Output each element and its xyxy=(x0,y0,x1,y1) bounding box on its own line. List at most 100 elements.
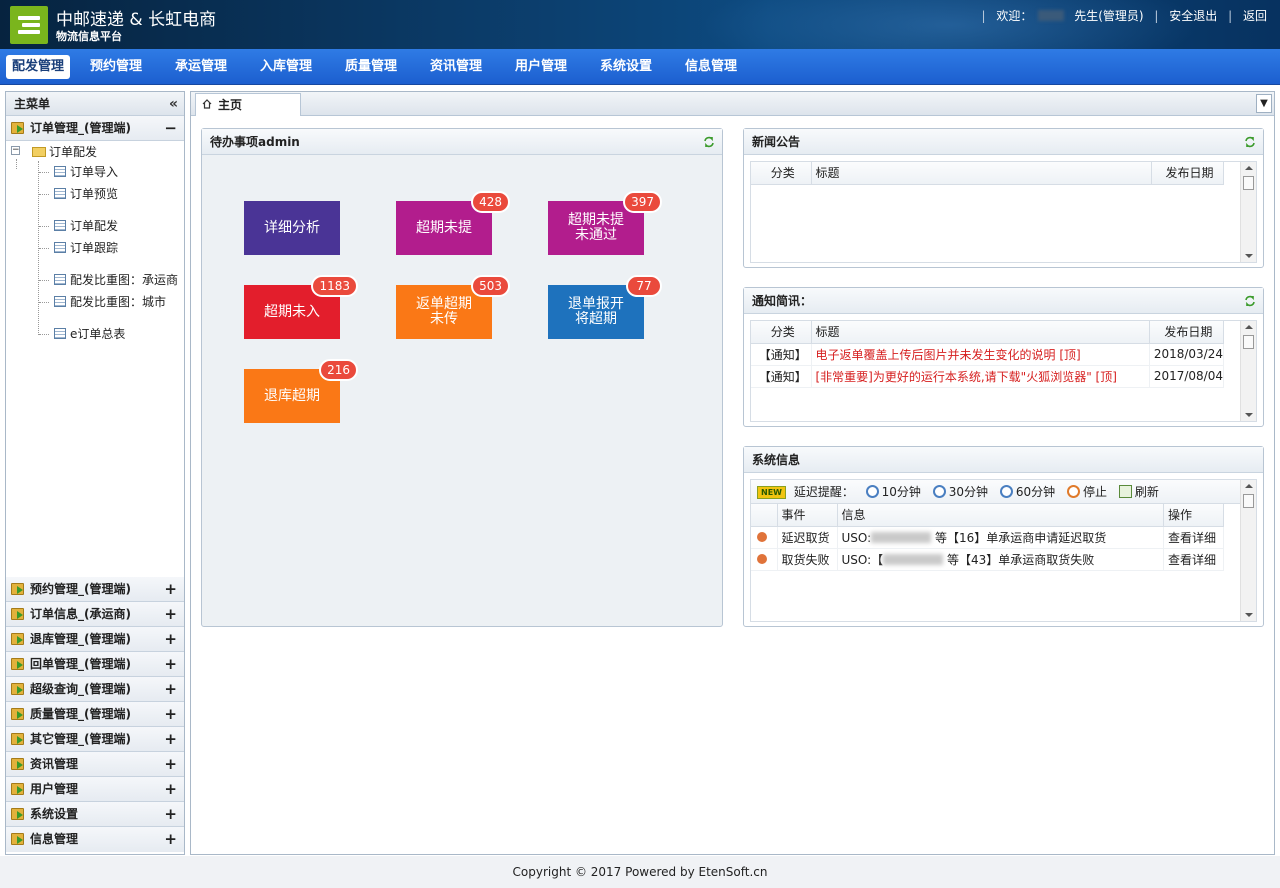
refresh-icon[interactable] xyxy=(1244,295,1256,307)
expand-plus-icon[interactable]: + xyxy=(164,777,177,801)
tree-item-ratio-city[interactable]: 配发比重图：城市 xyxy=(54,293,166,311)
folder-arrow-icon xyxy=(11,633,24,645)
notice-title-link[interactable]: [非常重要]为更好的运行本系统,请下载"火狐浏览器" [顶] xyxy=(811,365,1150,388)
tree-item-e-order-summary[interactable]: e订单总表 xyxy=(54,325,125,343)
welcome-label: 欢迎： xyxy=(996,9,1033,23)
sidebar-group-return[interactable]: 退库管理_(管理端) + xyxy=(6,627,184,652)
expand-plus-icon[interactable]: + xyxy=(164,827,177,851)
option-refresh[interactable]: 刷新 xyxy=(1135,485,1159,499)
nav-item-info[interactable]: 信息管理 xyxy=(679,55,743,79)
cell-info: USO:【 等【43】单承运商取货失败 xyxy=(837,548,1164,571)
logout-link[interactable]: 安全退出 xyxy=(1169,9,1217,23)
tile-overdue-not-picked[interactable]: 超期未提 428 xyxy=(396,191,510,255)
vertical-scrollbar[interactable] xyxy=(1240,321,1256,421)
table-row[interactable]: 【通知】 电子返单覆盖上传后图片并未发生变化的说明 [顶] 2018/03/24 xyxy=(751,343,1225,366)
folder-arrow-icon xyxy=(11,122,24,134)
sidebar-group-appointment[interactable]: 预约管理_(管理端) + xyxy=(6,577,184,602)
folder-icon xyxy=(32,147,46,157)
delay-label: 延迟提醒： xyxy=(793,485,854,499)
tile-receipt-overdue-not-uploaded[interactable]: 返单超期 未传 503 xyxy=(396,275,510,339)
notice-panel: 通知简讯： 分类 标题 发布日期 【通知】 电子返单覆盖上传后图片并未发生变化的… xyxy=(743,287,1264,427)
tile-detail-analysis[interactable]: 详细分析 xyxy=(244,201,340,255)
main-area: 主页 ▼ 待办事项admin 详细分析 超期未提 428 超期未提 未通过 39… xyxy=(190,91,1275,855)
tree-item-order-tracking[interactable]: 订单跟踪 xyxy=(54,239,118,257)
expand-plus-icon[interactable]: + xyxy=(164,627,177,651)
expand-plus-icon[interactable]: + xyxy=(164,702,177,726)
folder-arrow-icon xyxy=(11,783,24,795)
refresh-icon[interactable] xyxy=(1244,136,1256,148)
expand-plus-icon[interactable]: + xyxy=(164,677,177,701)
col-date: 发布日期 xyxy=(1149,321,1225,344)
count-badge: 428 xyxy=(471,191,510,213)
tile-label: 超期未入 xyxy=(264,303,320,320)
expand-plus-icon[interactable]: + xyxy=(164,652,177,676)
tile-overdue-not-stored[interactable]: 超期未入 1183 xyxy=(244,275,358,339)
folder-arrow-icon xyxy=(11,708,24,720)
tab-menu-chevron-icon[interactable]: ▼ xyxy=(1256,94,1272,113)
tile-return-stock-overdue[interactable]: 退库超期 216 xyxy=(244,359,358,423)
nav-item-news[interactable]: 资讯管理 xyxy=(424,55,488,79)
sidebar-group-super-query[interactable]: 超级查询_(管理端) + xyxy=(6,677,184,702)
sidebar-group-news[interactable]: 资讯管理 + xyxy=(6,752,184,777)
back-link[interactable]: 返回 xyxy=(1243,9,1267,23)
sidebar-group-receipt[interactable]: 回单管理_(管理端) + xyxy=(6,652,184,677)
redacted-value xyxy=(883,553,944,565)
expand-plus-icon[interactable]: + xyxy=(164,727,177,751)
sidebar-group-order-admin[interactable]: 订单管理_(管理端) − xyxy=(6,116,184,141)
table-row[interactable]: 【通知】 [非常重要]为更好的运行本系统,请下载"火狐浏览器" [顶] 2017… xyxy=(751,365,1225,388)
expand-plus-icon[interactable]: + xyxy=(164,752,177,776)
brand-subtitle: 物流信息平台 xyxy=(56,30,122,43)
folder-arrow-icon xyxy=(11,658,24,670)
nav-item-users[interactable]: 用户管理 xyxy=(509,55,573,79)
tree-item-order-distribute[interactable]: 订单配发 xyxy=(54,217,118,235)
expand-plus-icon[interactable]: + xyxy=(164,602,177,626)
nav-item-carrier[interactable]: 承运管理 xyxy=(169,55,233,79)
system-info-panel-header: 系统信息 xyxy=(744,447,1263,473)
option-30min[interactable]: 30分钟 xyxy=(949,485,988,499)
tile-label: 返单超期 未传 xyxy=(416,296,472,327)
folder-arrow-icon xyxy=(11,808,24,820)
nav-item-distribution[interactable]: 配发管理 xyxy=(6,55,71,79)
tree-minus-icon[interactable]: − xyxy=(11,146,20,155)
delay-reminder-toolbar: NEW 延迟提醒： 10分钟 30分钟 60分钟 停止 刷新 xyxy=(751,480,1256,504)
sidebar-group-settings[interactable]: 系统设置 + xyxy=(6,802,184,827)
tree-item-ratio-carrier[interactable]: 配发比重图：承运商 xyxy=(54,271,178,289)
nav-item-appointment[interactable]: 预约管理 xyxy=(84,55,148,79)
sidebar-group-users[interactable]: 用户管理 + xyxy=(6,777,184,802)
tile-return-near-overdue[interactable]: 退单报开 将超期 77 xyxy=(548,275,662,339)
nav-item-settings[interactable]: 系统设置 xyxy=(594,55,658,79)
view-detail-link[interactable]: 查看详细 xyxy=(1163,526,1224,549)
tab-home[interactable]: 主页 xyxy=(195,93,301,116)
tile-overdue-not-picked-rejected[interactable]: 超期未提 未通过 397 xyxy=(548,191,662,255)
option-60min[interactable]: 60分钟 xyxy=(1016,485,1055,499)
main-nav: 配发管理 预约管理 承运管理 入库管理 质量管理 资讯管理 用户管理 系统设置 … xyxy=(0,49,1280,85)
speaker-icon xyxy=(751,526,778,549)
option-stop[interactable]: 停止 xyxy=(1083,485,1107,499)
vertical-scrollbar[interactable] xyxy=(1240,480,1256,621)
collapse-sidebar-icon[interactable]: « xyxy=(169,92,178,116)
expand-plus-icon[interactable]: + xyxy=(164,802,177,826)
collapse-minus-icon[interactable]: − xyxy=(164,116,177,140)
sidebar-group-quality[interactable]: 质量管理_(管理端) + xyxy=(6,702,184,727)
tree-item-order-import[interactable]: 订单导入 xyxy=(54,163,118,181)
notice-title-link[interactable]: 电子返单覆盖上传后图片并未发生变化的说明 [顶] xyxy=(811,343,1150,366)
tile-label: 退库超期 xyxy=(264,387,320,404)
nav-item-quality[interactable]: 质量管理 xyxy=(339,55,403,79)
expand-plus-icon[interactable]: + xyxy=(164,577,177,601)
nav-item-warehouse-in[interactable]: 入库管理 xyxy=(254,55,318,79)
tree-item-order-preview[interactable]: 订单预览 xyxy=(54,185,118,203)
sidebar-group-order-info[interactable]: 订单信息_(承运商) + xyxy=(6,602,184,627)
refresh-icon[interactable] xyxy=(703,136,715,148)
new-badge-icon: NEW xyxy=(757,486,786,499)
news-panel: 新闻公告 分类 标题 发布日期 xyxy=(743,128,1264,268)
table-header-row: 事件 信息 操作 xyxy=(751,504,1224,527)
tree-folder-order-distribution[interactable]: 订单配发 xyxy=(32,143,97,161)
brand-title: 中邮速递 & 长虹电商 xyxy=(56,10,217,30)
view-detail-link[interactable]: 查看详细 xyxy=(1163,548,1224,571)
clock-icon xyxy=(865,485,879,498)
vertical-scrollbar[interactable] xyxy=(1240,162,1256,262)
grid-icon xyxy=(54,274,66,285)
sidebar-group-other[interactable]: 其它管理_(管理端) + xyxy=(6,727,184,752)
sidebar-group-info[interactable]: 信息管理 + xyxy=(6,827,184,852)
option-10min[interactable]: 10分钟 xyxy=(882,485,921,499)
